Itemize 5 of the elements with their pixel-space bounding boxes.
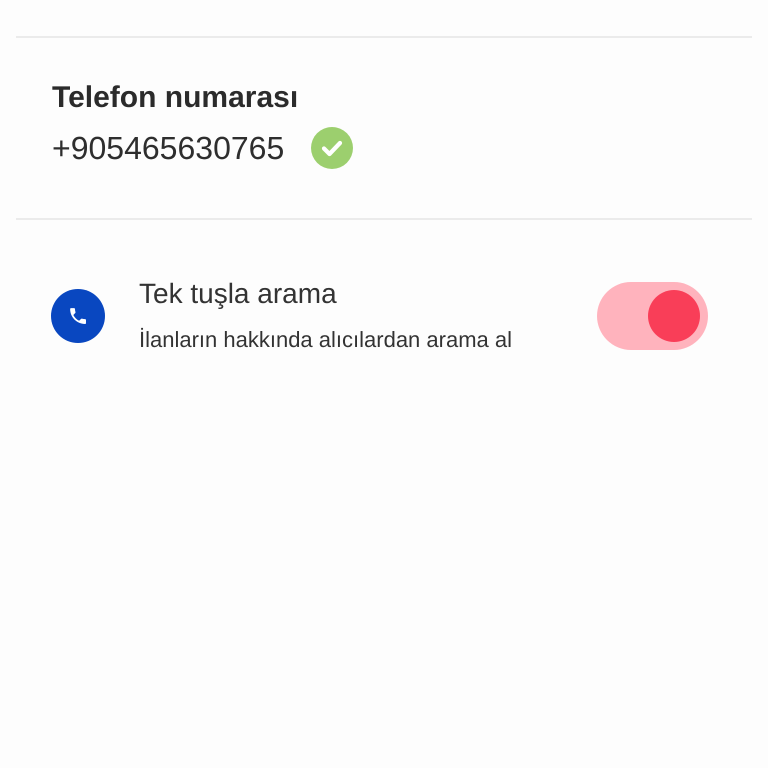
phone-icon	[51, 288, 105, 342]
setting-description: İlanların hakkında alıcılardan arama al	[139, 326, 513, 354]
setting-title: Tek tuşla arama	[139, 277, 338, 311]
phone-label: Telefon numarası	[52, 80, 300, 116]
phone-number: +905465630765	[52, 129, 284, 167]
